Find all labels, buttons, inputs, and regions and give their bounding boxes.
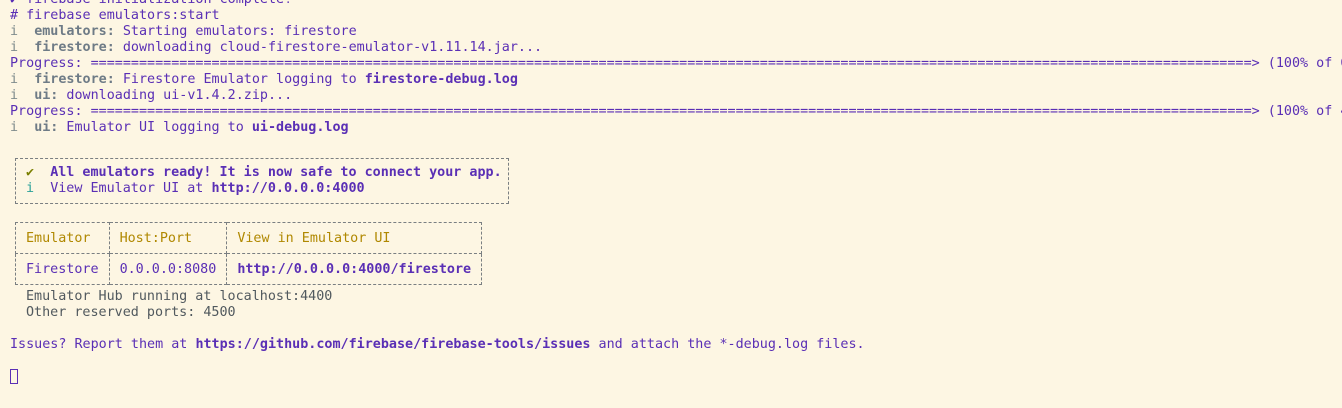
view-ui-text: View Emulator UI at bbox=[50, 181, 212, 196]
hub-line: Emulator Hub running at localhost:4400 bbox=[10, 289, 1342, 305]
terminal-output: ✔ firebase initialization complete! # fi… bbox=[10, 0, 1342, 385]
log-label: ui: bbox=[34, 88, 59, 103]
log-line-firestore-logging: i firestore: Firestore Emulator logging … bbox=[10, 72, 1342, 88]
progress-label: Progress: bbox=[10, 104, 83, 119]
log-text: downloading cloud-firestore-emulator-v1.… bbox=[114, 40, 543, 55]
log-line-firestore-download: i firestore: downloading cloud-firestore… bbox=[10, 40, 1342, 56]
hub-address: localhost:4400 bbox=[219, 289, 333, 304]
log-line-ui-download: i ui: downloading ui-v1.4.2.zip... bbox=[10, 88, 1342, 104]
hub-text: Emulator Hub running at bbox=[26, 289, 220, 304]
emulator-table: Emulator Host:Port View in Emulator UI F… bbox=[15, 222, 483, 285]
log-label: emulators: bbox=[34, 24, 115, 39]
issues-text-tail: and attach the *-debug.log files. bbox=[590, 337, 865, 352]
log-text: Emulator UI logging to bbox=[58, 120, 252, 135]
ports-line: Other reserved ports: 4500 bbox=[10, 305, 1342, 321]
log-text: Starting emulators: firestore bbox=[114, 24, 357, 39]
log-file-name: ui-debug.log bbox=[251, 120, 349, 135]
info-icon: i bbox=[10, 120, 19, 135]
info-icon: i bbox=[10, 72, 19, 87]
progress-label: Progress: bbox=[10, 56, 83, 71]
info-icon: i bbox=[26, 181, 35, 196]
table-header-cell: Emulator bbox=[15, 222, 110, 254]
ports-value: 4500 bbox=[203, 305, 236, 320]
firestore-ui-link[interactable]: http://0.0.0.0:4000/firestore bbox=[226, 253, 483, 285]
info-icon: i bbox=[10, 88, 19, 103]
table-cell-hostport: 0.0.0.0:8080 bbox=[108, 253, 228, 285]
checkmark-icon: ✔ bbox=[26, 165, 35, 180]
table-header-cell: Host:Port bbox=[108, 222, 228, 254]
log-line-emulators: i emulators: Starting emulators: firesto… bbox=[10, 24, 1342, 40]
log-file-name: firestore-debug.log bbox=[364, 72, 518, 87]
progress-line-ui: Progress: ==============================… bbox=[10, 104, 1342, 120]
prompt-line[interactable] bbox=[10, 369, 1342, 385]
issues-text: Issues? Report them at bbox=[10, 337, 196, 352]
table-row: Firestore 0.0.0.0:8080 http://0.0.0.0:40… bbox=[15, 253, 483, 285]
init-complete-line: ✔ firebase initialization complete! bbox=[10, 0, 1342, 8]
log-line-ui-logging: i ui: Emulator UI logging to ui-debug.lo… bbox=[10, 120, 1342, 136]
log-label: ui: bbox=[34, 120, 59, 135]
ports-text: Other reserved ports: bbox=[26, 305, 204, 320]
command-line: # firebase emulators:start bbox=[10, 8, 220, 23]
progress-line-firestore: Progress: ==============================… bbox=[10, 56, 1342, 72]
ready-line: ✔ All emulators ready! It is now safe to… bbox=[26, 165, 508, 181]
issues-line: Issues? Report them at https://github.co… bbox=[10, 337, 1342, 353]
progress-bar: ========================================… bbox=[90, 104, 1244, 119]
cursor-block[interactable] bbox=[10, 369, 18, 384]
progress-tail: => (100% of 4MB bbox=[1243, 104, 1342, 119]
issues-link[interactable]: https://github.com/firebase/firebase-too… bbox=[195, 337, 590, 352]
table-header-cell: View in Emulator UI bbox=[226, 222, 483, 254]
ready-box: ✔ All emulators ready! It is now safe to… bbox=[15, 158, 509, 204]
table-header-row: Emulator Host:Port View in Emulator UI bbox=[15, 222, 483, 254]
log-label: firestore: bbox=[34, 40, 115, 55]
table-cell-emulator: Firestore bbox=[15, 253, 110, 285]
progress-tail: => (100% of 62MB bbox=[1243, 56, 1342, 71]
view-ui-line: i View Emulator UI at http://0.0.0.0:400… bbox=[26, 181, 508, 197]
ready-message: All emulators ready! It is now safe to c… bbox=[50, 165, 502, 180]
progress-bar: ========================================… bbox=[90, 56, 1244, 71]
info-icon: i bbox=[10, 40, 19, 55]
log-label: firestore: bbox=[34, 72, 115, 87]
log-text: downloading ui-v1.4.2.zip... bbox=[58, 88, 293, 103]
info-icon: i bbox=[10, 24, 19, 39]
log-text: Firestore Emulator logging to bbox=[114, 72, 365, 87]
emulator-ui-link[interactable]: http://0.0.0.0:4000 bbox=[211, 181, 364, 196]
